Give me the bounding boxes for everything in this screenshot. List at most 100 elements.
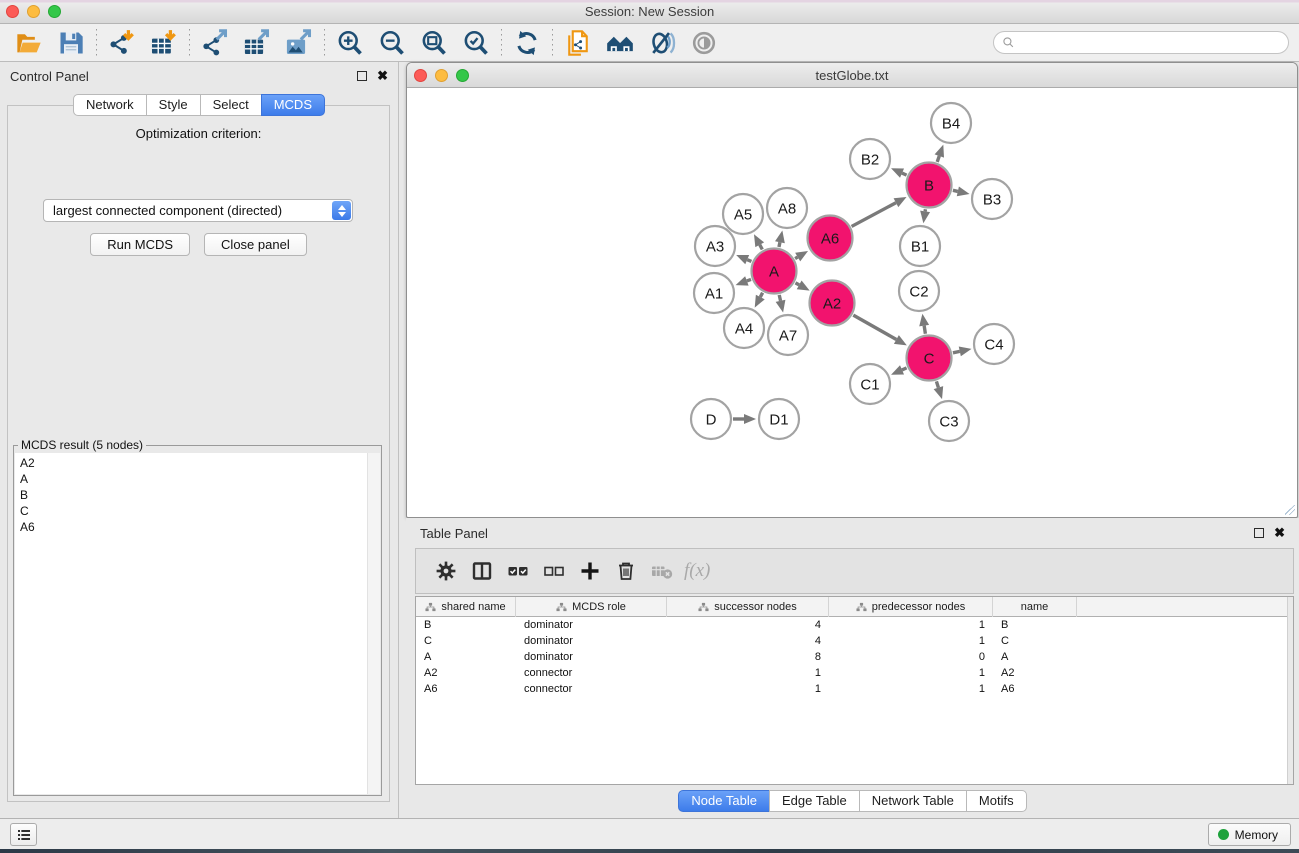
graph-edge-A-A1[interactable]: [747, 279, 751, 281]
toggle-column-display-button[interactable]: [464, 555, 500, 587]
graph-node-A2[interactable]: A2: [810, 281, 855, 326]
resize-grip-icon[interactable]: [1284, 504, 1296, 516]
zoom-out-button[interactable]: [371, 27, 413, 59]
export-table-button[interactable]: [236, 27, 278, 59]
optimization-criterion-select[interactable]: largest connected component (directed): [43, 199, 353, 222]
graph-node-B4[interactable]: B4: [931, 103, 971, 143]
graph-node-A7[interactable]: A7: [768, 315, 808, 355]
graph-node-D1[interactable]: D1: [759, 399, 799, 439]
table-row[interactable]: Bdominator41B: [416, 617, 1293, 633]
column-header-successor-nodes[interactable]: successor nodes: [667, 597, 829, 617]
graph-node-A[interactable]: A: [752, 249, 797, 294]
graph-node-B2[interactable]: B2: [850, 139, 890, 179]
graph-edge-A-A8[interactable]: [779, 242, 780, 247]
graph-node-A6[interactable]: A6: [808, 216, 853, 261]
graph-edge-C-C2[interactable]: [924, 326, 925, 334]
save-session-button[interactable]: [50, 27, 92, 59]
select-all-rows-button[interactable]: [500, 555, 536, 587]
open-session-button[interactable]: [8, 27, 50, 59]
close-panel-button[interactable]: Close panel: [204, 233, 307, 256]
float-table-panel-icon[interactable]: [1254, 528, 1264, 538]
column-header-shared-name[interactable]: shared name: [416, 597, 516, 617]
graph-edge-C-C4[interactable]: [953, 351, 960, 352]
network-window-titlebar[interactable]: testGlobe.txt: [407, 63, 1297, 88]
mcds-result-item[interactable]: A: [15, 471, 380, 487]
graph-edge-A-A4[interactable]: [760, 293, 762, 297]
graph-node-B[interactable]: B: [907, 163, 952, 208]
close-panel-icon[interactable]: ✖: [377, 71, 388, 81]
deselect-all-rows-button[interactable]: [536, 555, 572, 587]
graph-edge-C-C3[interactable]: [936, 381, 938, 387]
tab-select[interactable]: Select: [200, 94, 262, 116]
graph-node-C1[interactable]: C1: [850, 364, 890, 404]
task-history-button[interactable]: [10, 823, 37, 846]
column-header-name[interactable]: name: [993, 597, 1077, 617]
graph-node-A4[interactable]: A4: [724, 308, 764, 348]
table-scrollbar[interactable]: [1287, 597, 1293, 784]
table-row[interactable]: Cdominator41C: [416, 633, 1293, 649]
graph-edge-A-A6[interactable]: [795, 257, 798, 259]
tab-motifs[interactable]: Motifs: [966, 790, 1027, 812]
graph-edge-A2-C[interactable]: [853, 315, 896, 339]
create-column-button[interactable]: [572, 555, 608, 587]
table-row[interactable]: A6connector11A6: [416, 681, 1293, 697]
tab-mcds[interactable]: MCDS: [261, 94, 325, 116]
home-button[interactable]: [599, 27, 641, 59]
tab-style[interactable]: Style: [146, 94, 201, 116]
import-table-button[interactable]: [143, 27, 185, 59]
graph-edge-A-A3[interactable]: [747, 260, 751, 262]
refresh-view-button[interactable]: [506, 27, 548, 59]
mcds-result-item[interactable]: C: [15, 503, 380, 519]
graph-node-C[interactable]: C: [907, 336, 952, 381]
mcds-result-item[interactable]: A6: [15, 519, 380, 535]
delete-columns-button[interactable]: [608, 555, 644, 587]
search-input[interactable]: [1020, 36, 1280, 50]
graph-edge-B-B4[interactable]: [937, 156, 939, 162]
new-network-from-selection-button[interactable]: [557, 27, 599, 59]
table-row[interactable]: A2connector11A2: [416, 665, 1293, 681]
show-graphics-details-button[interactable]: [641, 27, 683, 59]
network-canvas[interactable]: A A1 A2 A3 A4 A5 A6 A7 A8 B B1 B2 B3B4 C C1 C2 C3C4 D D1: [408, 89, 1296, 514]
tab-node-table[interactable]: Node Table: [678, 790, 770, 812]
graph-node-C4[interactable]: C4: [974, 324, 1014, 364]
export-image-button[interactable]: [278, 27, 320, 59]
mcds-result-item[interactable]: A2: [15, 453, 380, 471]
graph-node-A8[interactable]: A8: [767, 188, 807, 228]
graph-node-B3[interactable]: B3: [972, 179, 1012, 219]
graph-node-D[interactable]: D: [691, 399, 731, 439]
zoom-in-button[interactable]: [329, 27, 371, 59]
graph-edge-B-B2[interactable]: [902, 173, 907, 175]
hide-graphics-details-button[interactable]: [683, 27, 725, 59]
tree-column-icon: [698, 602, 709, 613]
graph-edge-A-A7[interactable]: [779, 295, 780, 301]
graph-node-A1[interactable]: A1: [694, 273, 734, 313]
column-header-MCDS-role[interactable]: MCDS role: [516, 597, 667, 617]
run-mcds-button[interactable]: Run MCDS: [90, 233, 190, 256]
result-scrollbar[interactable]: [367, 453, 380, 794]
memory-button[interactable]: Memory: [1208, 823, 1291, 846]
column-settings-button[interactable]: [428, 555, 464, 587]
table-row[interactable]: Adominator80A: [416, 649, 1293, 665]
export-network-button[interactable]: [194, 27, 236, 59]
close-table-panel-icon[interactable]: ✖: [1274, 528, 1285, 538]
tab-edge-table[interactable]: Edge Table: [769, 790, 860, 812]
graph-edge-A-A2[interactable]: [795, 283, 799, 285]
graph-edge-C-C1[interactable]: [902, 368, 907, 370]
graph-edge-B-B3[interactable]: [953, 190, 958, 191]
graph-node-B1[interactable]: B1: [900, 226, 940, 266]
graph-node-C3[interactable]: C3: [929, 401, 969, 441]
column-header-predecessor-nodes[interactable]: predecessor nodes: [829, 597, 993, 617]
import-network-button[interactable]: [101, 27, 143, 59]
mcds-result-item[interactable]: B: [15, 487, 380, 503]
graph-edge-A6-B[interactable]: [852, 203, 896, 227]
tab-network[interactable]: Network: [73, 94, 147, 116]
tab-network-table[interactable]: Network Table: [859, 790, 967, 812]
zoom-fit-button[interactable]: [413, 27, 455, 59]
float-panel-icon[interactable]: [357, 71, 367, 81]
graph-node-A3[interactable]: A3: [695, 226, 735, 266]
graph-edge-A-A5[interactable]: [760, 245, 763, 250]
graph-node-A5[interactable]: A5: [723, 194, 763, 234]
graph-node-C2[interactable]: C2: [899, 271, 939, 311]
search-box[interactable]: [993, 31, 1289, 54]
zoom-selected-button[interactable]: [455, 27, 497, 59]
